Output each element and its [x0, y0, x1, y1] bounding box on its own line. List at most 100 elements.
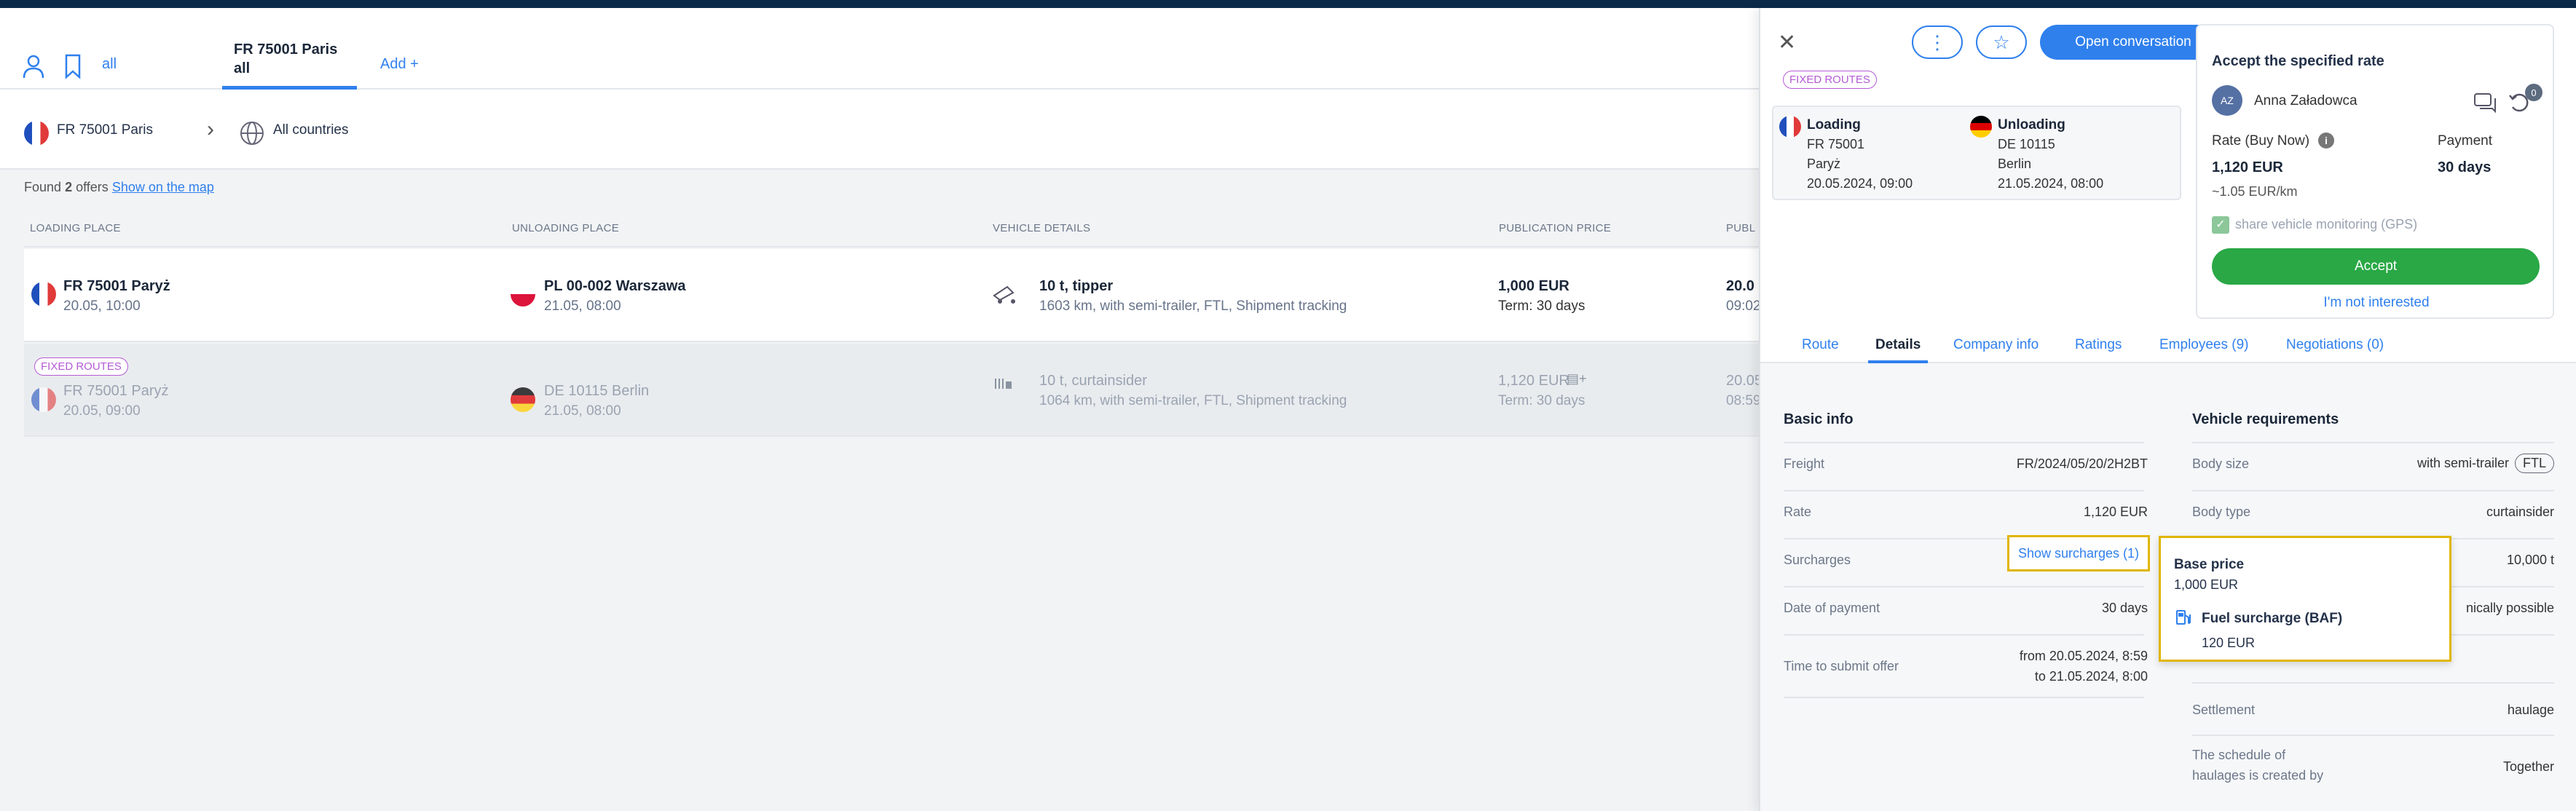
col-publication[interactable]: PUBL — [1726, 222, 1755, 234]
user-icon[interactable] — [19, 52, 48, 81]
tab-negotiations[interactable]: Negotiations (0) — [2286, 337, 2384, 353]
vehicle-details: 1064 km, with semi-trailer, FTL, Shipmen… — [1039, 393, 1347, 408]
body-type-value: curtainsider — [2486, 505, 2554, 519]
fuel-surcharge-label: Fuel surcharge (BAF) — [2202, 611, 2343, 626]
tab-all[interactable]: all — [102, 56, 117, 73]
divider — [2192, 682, 2554, 684]
bookmark-icon[interactable] — [58, 52, 87, 81]
col-unloading[interactable]: UNLOADING PLACE — [512, 222, 619, 234]
france-flag-icon — [31, 387, 56, 412]
route-from[interactable]: FR 75001 Paris — [57, 122, 153, 138]
payment-term: Term: 30 days — [1498, 298, 1586, 314]
basic-info-title: Basic info — [1784, 411, 1854, 427]
accept-title: Accept the specified rate — [2212, 53, 2384, 69]
accept-button[interactable]: Accept — [2212, 248, 2540, 285]
table-header: LOADING PLACE UNLOADING PLACE VEHICLE DE… — [24, 206, 1759, 248]
col-vehicle[interactable]: VEHICLE DETAILS — [993, 222, 1090, 234]
schedule-value: Together — [2502, 759, 2554, 774]
not-interested-link[interactable]: I'm not interested — [2197, 295, 2556, 311]
france-flag-icon — [1779, 116, 1801, 138]
rate-label: Rate (Buy Now) — [2212, 133, 2310, 149]
offers-pane: all FR 75001 Paris all Add + FR 75001 Pa… — [0, 8, 1762, 811]
more-options-button[interactable]: ⋮ — [1912, 25, 1963, 59]
loading-unloading-summary: Loading FR 75001 Paryż 20.05.2024, 09:00… — [1772, 106, 2181, 200]
unloading-title: Unloading — [1998, 117, 2065, 132]
body-type-label: Body type — [2192, 505, 2251, 519]
check-icon: ✓ — [2212, 216, 2229, 234]
base-price-value: 1,000 EUR — [2174, 577, 2239, 592]
detail-tabs: Route Details Company info Ratings Emplo… — [1760, 323, 2576, 364]
freight-value: FR/2024/05/20/2H2BT — [2016, 456, 2148, 471]
rate-value: 1,120 EUR — [2212, 159, 2283, 175]
publication-time: 09:02 — [1726, 298, 1761, 314]
surcharge-icon: ▤+ — [1567, 371, 1587, 386]
close-icon[interactable]: ✕ — [1778, 30, 1796, 55]
publication-date: 20.0 — [1726, 278, 1754, 294]
divider — [1784, 634, 2144, 636]
gps-share-checkbox[interactable]: ✓ share vehicle monitoring (GPS) — [2212, 216, 2417, 234]
unload-place: PL 00-002 Warszawa — [544, 278, 686, 294]
details-content: Basic info Freight FR/2024/05/20/2H2BT R… — [1760, 363, 2576, 811]
unload-date: 21.05, 08:00 — [544, 403, 621, 419]
surcharges-label: Surcharges — [1784, 553, 1851, 567]
divider — [2192, 735, 2554, 736]
fixed-routes-badge: FIXED ROUTES — [1783, 71, 1877, 89]
possible-value: nically possible — [2465, 601, 2554, 615]
star-icon: ☆ — [1993, 31, 2010, 53]
price: 1,120 EUR — [1498, 373, 1569, 389]
vehicle-type: 10 t, tipper — [1039, 278, 1114, 294]
payment-value: 30 days — [2438, 159, 2492, 175]
show-surcharges-button[interactable]: Show surcharges (1) — [2007, 535, 2150, 571]
payment-term: Term: 30 days — [1498, 393, 1586, 408]
tab-route[interactable]: Route — [1802, 337, 1839, 353]
load-date: 20.05, 09:00 — [63, 403, 141, 419]
tab-company-info[interactable]: Company info — [1953, 337, 2039, 353]
divider — [1784, 442, 2144, 443]
curtainsider-truck-icon — [995, 379, 1012, 389]
add-tab-button[interactable]: Add + — [380, 56, 419, 73]
date-of-payment-label: Date of payment — [1784, 601, 1880, 615]
table-row[interactable]: FR 75001 Paryż 20.05, 10:00 PL 00-002 Wa… — [24, 249, 1761, 342]
top-strip — [0, 0, 2576, 8]
surcharges-tooltip: Base price 1,000 EUR Fuel surcharge (BAF… — [2159, 536, 2451, 662]
loading-code: FR 75001 — [1807, 137, 1865, 151]
vehicle-requirements-title: Vehicle requirements — [2192, 411, 2339, 427]
col-loading[interactable]: LOADING PLACE — [30, 222, 121, 234]
tab-employees[interactable]: Employees (9) — [2159, 337, 2249, 353]
tabs-bar: all FR 75001 Paris all Add + — [0, 8, 1759, 90]
history-count-badge: 0 — [2525, 84, 2542, 101]
offer-detail-panel: ✕ ⋮ ☆ Open conversation FIXED ROUTES Loa… — [1759, 8, 2576, 811]
unload-date: 21.05, 08:00 — [544, 298, 621, 314]
vehicle-details: 1603 km, with semi-trailer, FTL, Shipmen… — [1039, 298, 1347, 314]
tab-ratings[interactable]: Ratings — [2075, 337, 2122, 353]
chat-icon[interactable] — [2473, 90, 2497, 114]
route-to[interactable]: All countries — [273, 122, 349, 138]
rate-label: Rate — [1784, 505, 1812, 519]
vehicle-type: 10 t, curtainsider — [1039, 373, 1147, 389]
divider — [2192, 490, 2554, 491]
table-row[interactable]: FIXED ROUTES FR 75001 Paryż 20.05, 09:00… — [24, 344, 1762, 437]
rate-value: 1,120 EUR — [2083, 505, 2148, 519]
kebab-icon: ⋮ — [1928, 31, 1947, 53]
publication-time: 08:59 — [1726, 393, 1761, 408]
unloading-city: Berlin — [1998, 157, 2032, 171]
contact-name: Anna Załadowca — [2254, 93, 2358, 108]
fuel-pump-icon — [2176, 610, 2191, 625]
capacity-value: 10,000 t — [2506, 553, 2554, 567]
loading-title: Loading — [1807, 117, 1861, 132]
show-on-map-link[interactable]: Show on the map — [112, 180, 214, 194]
avatar: AZ — [2212, 85, 2242, 116]
payment-label: Payment — [2438, 133, 2492, 149]
load-date: 20.05, 10:00 — [63, 298, 141, 314]
results-count: Found 2 offers Show on the map — [24, 180, 214, 194]
tab-details[interactable]: Details — [1868, 337, 1929, 364]
favorite-button[interactable]: ☆ — [1976, 25, 2027, 59]
date-of-payment-value: 30 days — [2101, 601, 2148, 615]
col-price[interactable]: PUBLICATION PRICE — [1499, 222, 1611, 234]
divider — [2192, 442, 2554, 443]
chevron-right-icon: › — [207, 117, 214, 141]
info-icon[interactable]: i — [2318, 132, 2334, 149]
tab-fr-paris[interactable]: FR 75001 Paris all — [222, 40, 357, 90]
submit-time-label: Time to submit offer — [1784, 659, 1899, 673]
tab-title: FR 75001 Paris — [234, 41, 338, 58]
